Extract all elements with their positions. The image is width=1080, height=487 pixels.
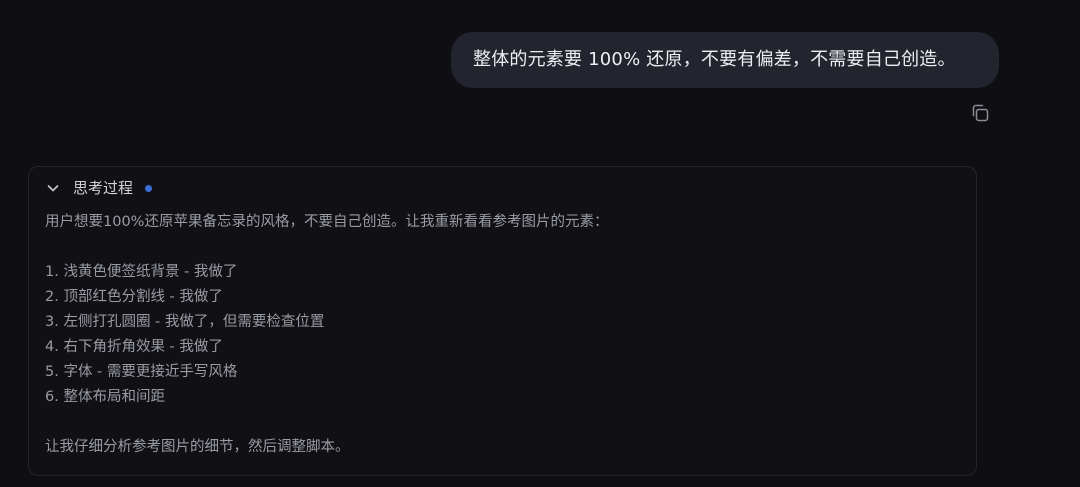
thinking-content: 用户想要100%还原苹果备忘录的风格，不要自己创造。让我重新看看参考图片的元素：… <box>45 210 955 460</box>
user-message-bubble: 整体的元素要 100% 还原，不要有偏差，不需要自己创造。 <box>451 32 999 88</box>
thinking-title: 思考过程 <box>73 179 134 197</box>
thinking-list-item: 3. 左侧打孔圆圈 - 我做了，但需要检查位置 <box>45 314 325 330</box>
chevron-down-icon <box>45 180 61 196</box>
thinking-list-item: 6. 整体布局和间距 <box>45 389 165 405</box>
thinking-list-item: 1. 浅黄色便签纸背景 - 我做了 <box>45 264 238 280</box>
thinking-list-item: 5. 字体 - 需要更接近手写风格 <box>45 364 238 380</box>
thinking-conclusion: 让我仔细分析参考图片的细节，然后调整脚本。 <box>45 439 350 455</box>
thinking-intro: 用户想要100%还原苹果备忘录的风格，不要自己创造。让我重新看看参考图片的元素： <box>45 214 609 230</box>
copy-button[interactable] <box>968 101 992 125</box>
thinking-panel: 思考过程 用户想要100%还原苹果备忘录的风格，不要自己创造。让我重新看看参考图… <box>28 166 977 476</box>
user-message-text: 整体的元素要 100% 还原，不要有偏差，不需要自己创造。 <box>473 49 956 70</box>
thinking-list-item: 2. 顶部红色分割线 - 我做了 <box>45 289 223 305</box>
thinking-list-item: 4. 右下角折角效果 - 我做了 <box>45 339 223 355</box>
status-dot <box>145 184 153 192</box>
thinking-toggle[interactable]: 思考过程 <box>45 177 153 199</box>
copy-icon <box>972 104 989 122</box>
